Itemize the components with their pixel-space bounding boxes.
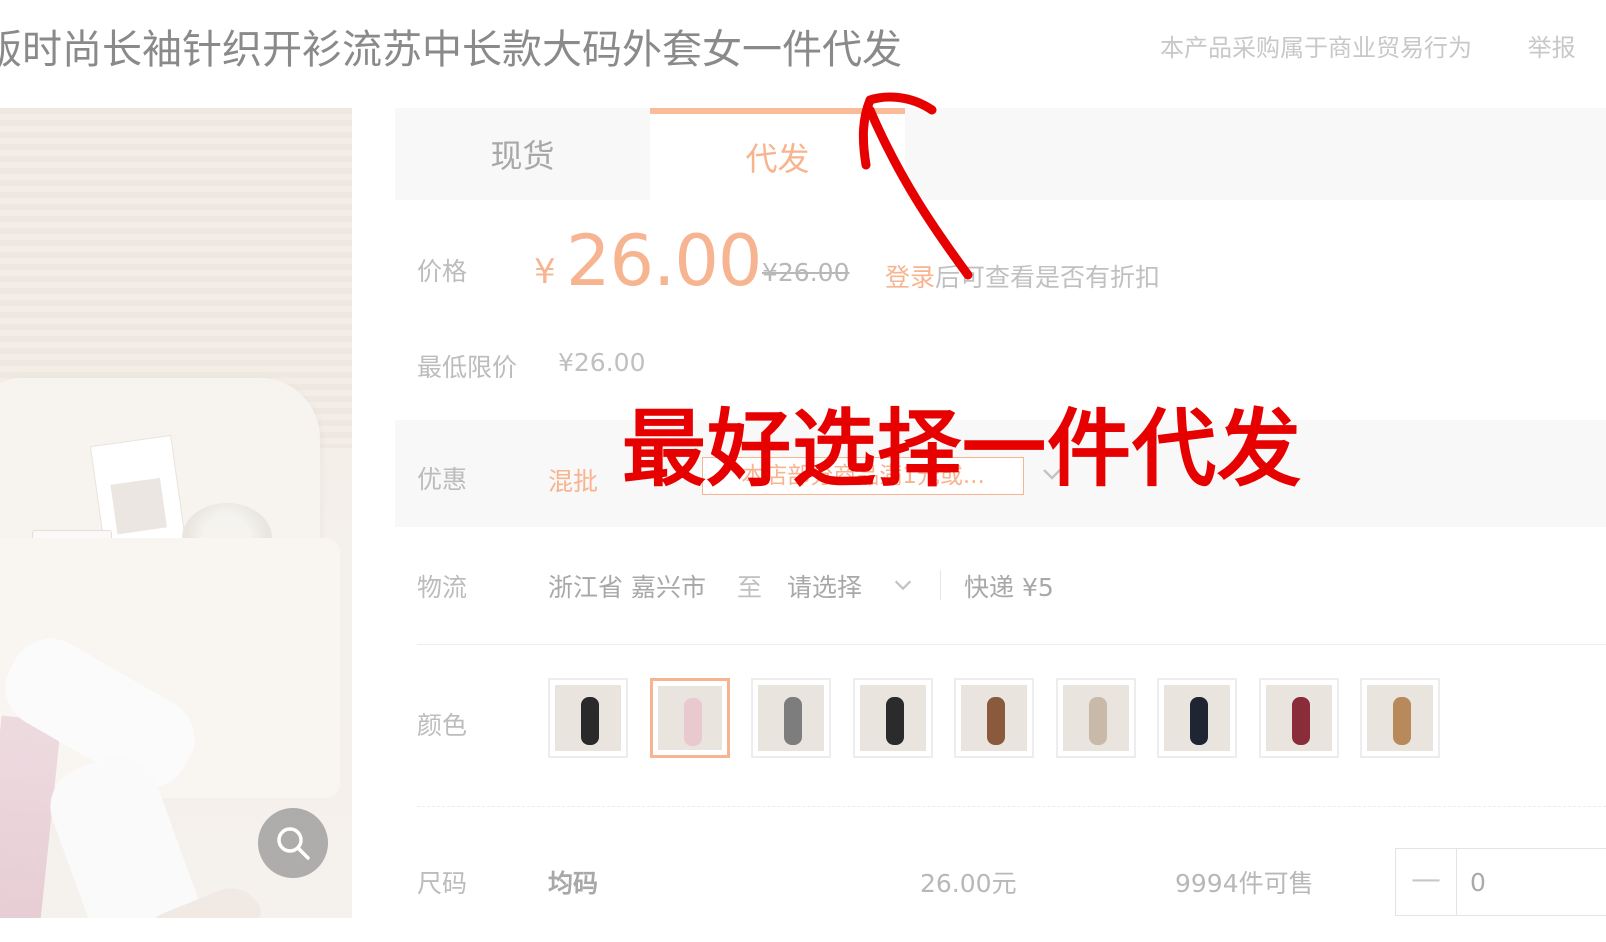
shipping-fee: 快递 ¥5 (964, 573, 1054, 602)
destination-select[interactable]: 请选择 (787, 568, 862, 604)
original-price: ¥26.00 (762, 258, 850, 287)
color-swatch[interactable] (548, 678, 628, 758)
divider (417, 644, 1606, 645)
size-unit-price: 26.00元 (920, 869, 1017, 898)
color-swatch[interactable] (1258, 678, 1339, 758)
mixed-batch-link[interactable]: 混批 (548, 462, 598, 498)
annotation-arrow-icon (858, 92, 973, 280)
size-option: 均码 (548, 869, 599, 898)
swatch-thumbnail (1062, 685, 1129, 751)
color-swatch[interactable] (1055, 678, 1136, 758)
decrease-quantity-button[interactable]: — (1396, 849, 1457, 915)
swatch-thumbnail (859, 685, 926, 751)
magnifier-icon (277, 827, 310, 860)
divider (940, 570, 941, 600)
product-title: 版时尚长袖针织开衫流苏中长款大码外套女一件代发 (0, 27, 902, 73)
size-label: 尺码 (417, 869, 468, 898)
main-product-image[interactable] (0, 108, 352, 918)
destination-dropdown[interactable] (892, 574, 914, 600)
header-links: 本产品采购属于商业贸易行为 举报 (1160, 28, 1576, 63)
ship-from-location: 浙江省 嘉兴市 (548, 573, 706, 602)
price-label: 价格 (417, 257, 468, 286)
color-label: 颜色 (417, 711, 468, 740)
color-swatch[interactable] (852, 678, 933, 758)
price-currency: ¥ (534, 252, 556, 292)
swatch-thumbnail (555, 685, 621, 751)
swatch-thumbnail (657, 686, 722, 750)
promotion-label: 优惠 (417, 465, 468, 494)
stock-available: 9994件可售 (1175, 869, 1314, 898)
b2b-notice: 本产品采购属于商业贸易行为 (1160, 34, 1472, 62)
tab-spot-goods[interactable]: 现货 (395, 108, 650, 200)
swatch-thumbnail (961, 685, 1027, 751)
swatch-thumbnail (1367, 685, 1433, 751)
swatch-thumbnail (1164, 685, 1230, 751)
divider (417, 806, 1606, 808)
report-link[interactable]: 举报 (1528, 34, 1576, 62)
swatch-thumbnail (758, 685, 824, 751)
logistics-label: 物流 (417, 573, 468, 602)
ship-to-label: 至 (737, 573, 763, 602)
zoom-button[interactable] (258, 808, 328, 878)
quantity-input[interactable] (1468, 863, 1592, 901)
price-value: 26.00 (566, 220, 762, 302)
color-swatch[interactable] (1157, 678, 1237, 758)
color-swatch[interactable] (954, 678, 1034, 758)
color-swatch[interactable] (649, 678, 730, 758)
min-price-value: ¥26.00 (558, 348, 646, 377)
annotation-text: 最好选择一件代发 (622, 400, 1303, 498)
purchase-mode-tabs: 现货 代发 (395, 108, 1606, 200)
quantity-stepper: — (1395, 848, 1606, 916)
color-swatch[interactable] (1360, 678, 1440, 758)
chevron-down-icon (894, 580, 912, 591)
swatch-thumbnail (1265, 685, 1332, 751)
color-swatch[interactable] (751, 678, 831, 758)
min-price-label: 最低限价 (417, 353, 518, 382)
